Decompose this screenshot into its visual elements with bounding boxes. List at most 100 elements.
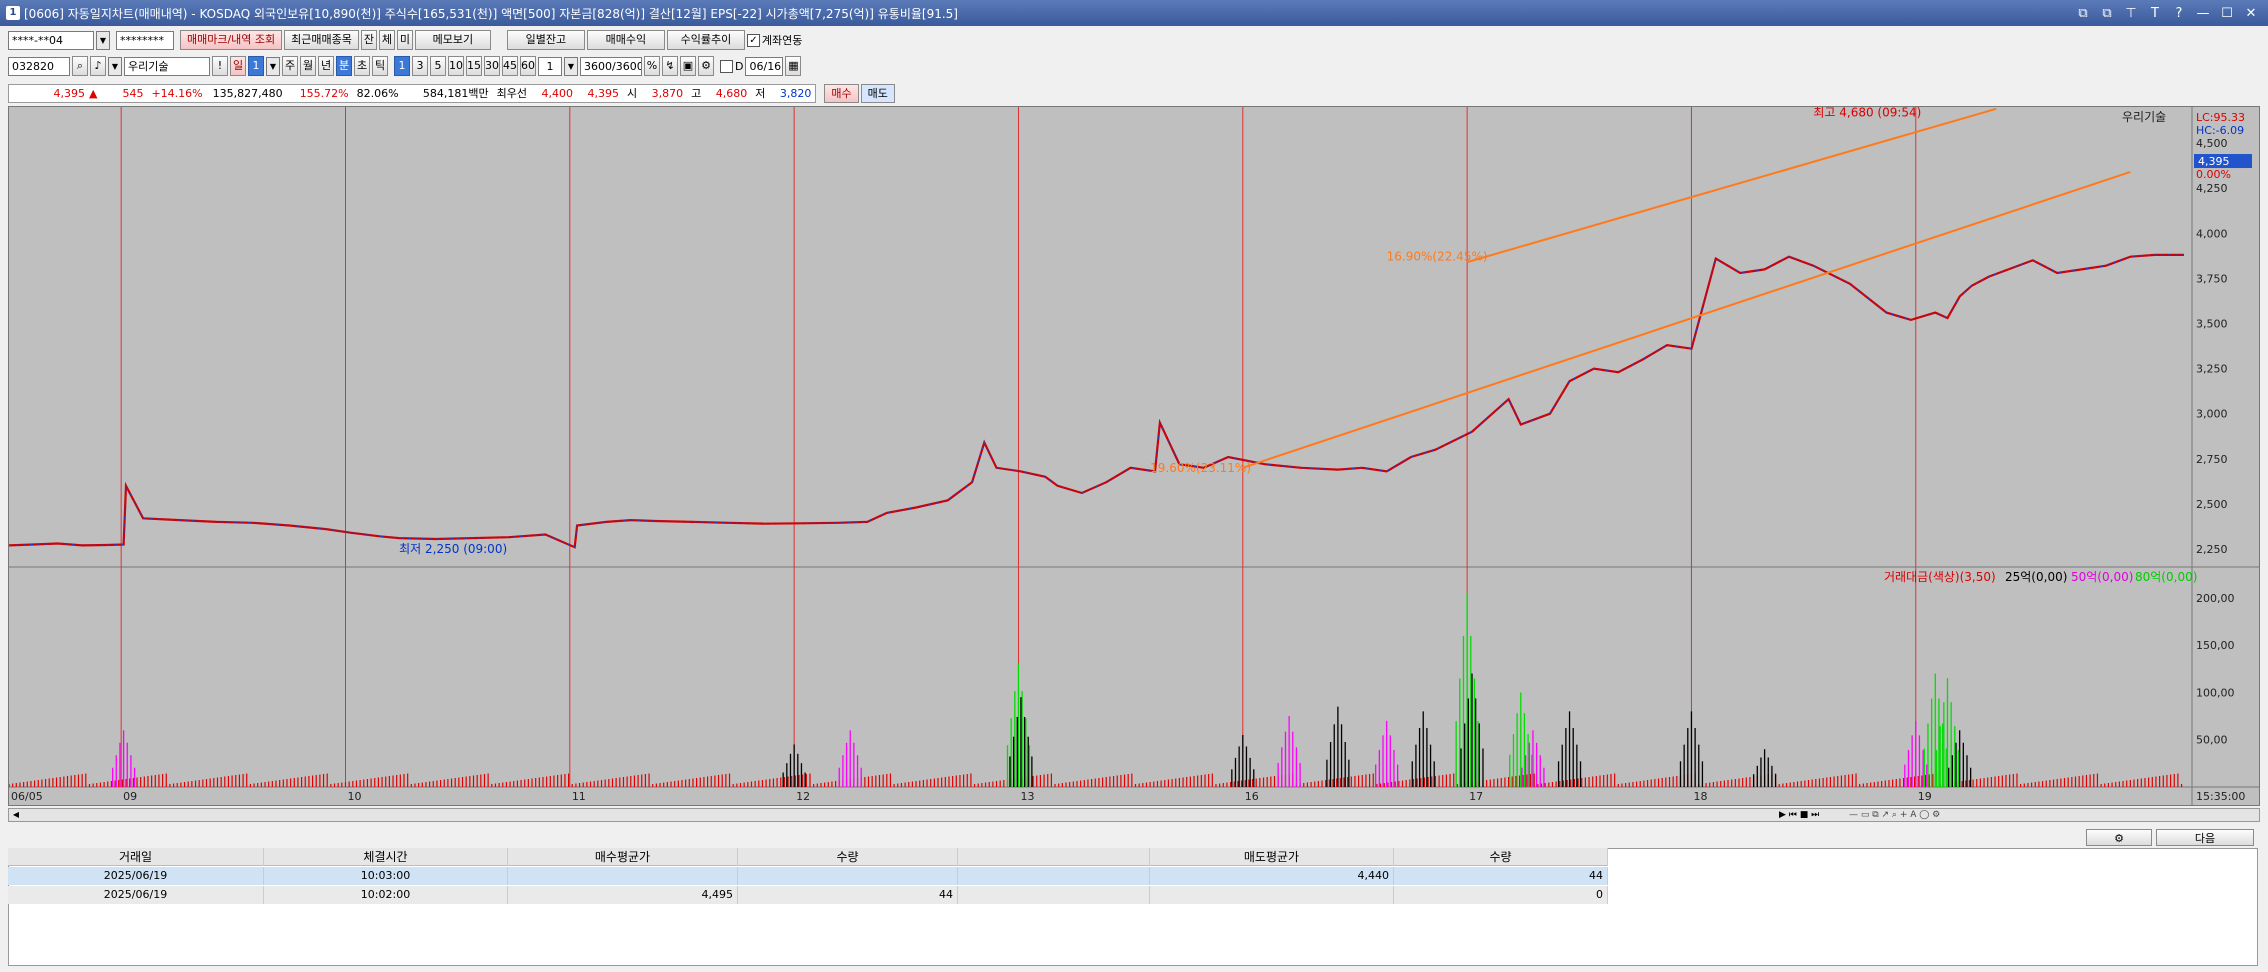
date-checkbox[interactable] bbox=[720, 59, 733, 73]
volume-legend-80: 80억(0,00) bbox=[2135, 570, 2197, 584]
table-row[interactable]: 2025/06/19 10:03:00 4,440 44 bbox=[8, 867, 1608, 885]
time-label: 15:35:00 bbox=[2196, 790, 2245, 803]
trade-mark-query-button[interactable]: 매매마크/내역 조회 bbox=[180, 30, 283, 50]
col-blank bbox=[958, 848, 1150, 866]
price-chart[interactable]: 06/05 09 10 11 12 13 16 17 18 19 15:35:00 4,500 4,25… bbox=[8, 106, 2260, 806]
x-tick-label: 19 bbox=[1918, 790, 1932, 803]
settings-icon[interactable]: ⚙ bbox=[698, 56, 714, 76]
minute-3-button[interactable]: 3 bbox=[412, 56, 428, 76]
chart-svg: 06/05 09 10 11 12 13 16 17 18 19 15:35:00 4,500 4,25… bbox=[9, 107, 2259, 805]
scroll-left-icon[interactable]: ◀ bbox=[9, 809, 23, 821]
period-second-button[interactable]: 초 bbox=[354, 56, 370, 76]
minute-1-button[interactable]: 1 bbox=[394, 56, 410, 76]
sell-button[interactable]: 매도 bbox=[860, 83, 895, 103]
cell-time: 10:02:00 bbox=[264, 886, 508, 904]
account-field[interactable]: ****-**04 bbox=[8, 30, 94, 50]
recent-trade-button[interactable]: 최근매매종목 bbox=[284, 30, 359, 50]
settings-gear-button[interactable]: ⚙ bbox=[2086, 829, 2152, 846]
minute-60-button[interactable]: 60 bbox=[520, 56, 536, 76]
minute-10-button[interactable]: 10 bbox=[448, 56, 464, 76]
col-buy-qty: 수량 bbox=[738, 848, 958, 866]
date-label: D bbox=[735, 59, 744, 73]
playback-controls[interactable]: ▶ ⏮ ■ ⏭ bbox=[1779, 809, 1839, 821]
minute-5-button[interactable]: 5 bbox=[430, 56, 446, 76]
ask-price: 4,400 bbox=[541, 86, 573, 100]
executed-button[interactable]: 체 bbox=[378, 30, 395, 50]
cell-sell-qty: 0 bbox=[1394, 886, 1608, 904]
x-tick-label: 13 bbox=[1020, 790, 1034, 803]
minute-15-button[interactable]: 15 bbox=[466, 56, 482, 76]
percent-icon[interactable]: % bbox=[644, 56, 660, 76]
interval-field[interactable]: 1 bbox=[538, 56, 562, 76]
cell-buy-qty bbox=[738, 867, 958, 885]
profit-trend-button[interactable]: 수익률추이 bbox=[666, 30, 745, 50]
y-tick-label: 4,000 bbox=[2196, 227, 2228, 240]
period-year-button[interactable]: 년 bbox=[318, 56, 334, 76]
period-day-button[interactable]: 일 bbox=[230, 56, 246, 76]
balance-button[interactable]: 잔 bbox=[360, 30, 377, 50]
link-account-label: 계좌연동 bbox=[761, 34, 803, 47]
period-dropdown-icon[interactable]: ▼ bbox=[266, 56, 280, 76]
current-pct-label: 0.00% bbox=[2196, 168, 2231, 181]
date-field[interactable]: 06/16 bbox=[745, 56, 784, 76]
minimize-icon[interactable]: — bbox=[2196, 6, 2210, 21]
chart-title: 우리기술 bbox=[2122, 110, 2166, 124]
period-month-button[interactable]: 월 bbox=[300, 56, 316, 76]
minute-30-button[interactable]: 30 bbox=[484, 56, 500, 76]
table-row[interactable]: 2025/06/19 10:02:00 4,495 44 0 bbox=[8, 886, 1608, 904]
minute-45-button[interactable]: 45 bbox=[502, 56, 518, 76]
search-icon[interactable]: ⌕ bbox=[72, 56, 88, 76]
trade-amount: 584,181백만 bbox=[422, 87, 489, 100]
open-label: 시 bbox=[626, 87, 638, 100]
cell-blank bbox=[958, 867, 1150, 885]
volume-tick-label: 150,00 bbox=[2196, 639, 2235, 652]
drawing-tools-icon[interactable]: — ▭ ⧉ ↗ ⌕ + A ◯ ⚙ bbox=[1849, 809, 2249, 821]
open-price: 3,870 bbox=[651, 86, 684, 100]
password-field[interactable]: ******** bbox=[116, 30, 174, 50]
stock-name-field[interactable]: 우리기술 bbox=[124, 56, 210, 76]
chart-scrollbar[interactable]: ◀ ▶ ⏮ ■ ⏭ — ▭ ⧉ ↗ ⌕ + A ◯ ⚙ bbox=[8, 808, 2260, 822]
period-week-button[interactable]: 주 bbox=[282, 56, 298, 76]
trade-grid-header: 거래일 체결시간 매수평균가 수량 매도평균가 수량 bbox=[8, 848, 1608, 866]
pin-icon[interactable]: ⊤ bbox=[2124, 6, 2138, 21]
trendline bbox=[1466, 107, 1997, 264]
x-tick-label: 16 bbox=[1245, 790, 1259, 803]
stock-code-field[interactable]: 032820 bbox=[8, 56, 70, 76]
link-account-checkbox[interactable]: ✓ bbox=[746, 33, 760, 47]
cell-buy-qty: 44 bbox=[738, 886, 958, 904]
unexecuted-button[interactable]: 미 bbox=[396, 30, 413, 50]
account-dropdown-icon[interactable]: ▼ bbox=[96, 30, 110, 50]
next-button[interactable]: 다음 bbox=[2156, 829, 2254, 846]
period-value-button[interactable]: 1 bbox=[248, 56, 264, 76]
volume-legend-50: 50억(0,00) bbox=[2071, 570, 2133, 584]
trade-profit-button[interactable]: 매매수익 bbox=[586, 30, 665, 50]
font-icon[interactable]: T bbox=[2148, 6, 2162, 21]
volume-tick-label: 200,00 bbox=[2196, 592, 2235, 605]
buy-button[interactable]: 매수 bbox=[824, 83, 859, 103]
calendar-icon[interactable]: ▦ bbox=[785, 56, 802, 76]
y-tick-label: 4,250 bbox=[2196, 182, 2228, 195]
memo-button[interactable]: 메모보기 bbox=[414, 30, 491, 50]
save-icon[interactable]: ▣ bbox=[680, 56, 696, 76]
sound-icon[interactable]: ♪ bbox=[90, 56, 106, 76]
count-field[interactable]: 3600/3600 bbox=[580, 56, 642, 76]
volume-value: 135,827,480 bbox=[212, 86, 283, 100]
sound-dropdown-icon[interactable]: ▼ bbox=[108, 56, 122, 76]
tile-icon[interactable]: ⧉ bbox=[2100, 6, 2114, 21]
y-tick-label: 4,500 bbox=[2196, 137, 2228, 150]
help-icon[interactable]: ? bbox=[2172, 6, 2186, 21]
low-label: 저 bbox=[755, 87, 766, 100]
daily-balance-button[interactable]: 일별잔고 bbox=[506, 30, 585, 50]
high-price: 4,680 bbox=[715, 86, 748, 100]
maximize-icon[interactable]: ☐ bbox=[2220, 6, 2234, 21]
close-icon[interactable]: ✕ bbox=[2244, 6, 2258, 21]
period-tick-button[interactable]: 틱 bbox=[372, 56, 388, 76]
alert-icon[interactable]: ! bbox=[212, 56, 228, 76]
period-minute-button[interactable]: 분 bbox=[336, 56, 352, 76]
interval-dropdown-icon[interactable]: ▼ bbox=[564, 56, 578, 76]
restore-layout-icon[interactable]: ⧉ bbox=[2076, 6, 2090, 21]
quote-bar: 4,395 ▲ 545 +14.16% 135,827,480 155.72% … bbox=[0, 82, 2268, 104]
x-tick-label: 06/05 bbox=[11, 790, 43, 803]
link-icon[interactable]: ↯ bbox=[662, 56, 678, 76]
price-change: 545 bbox=[122, 86, 144, 100]
